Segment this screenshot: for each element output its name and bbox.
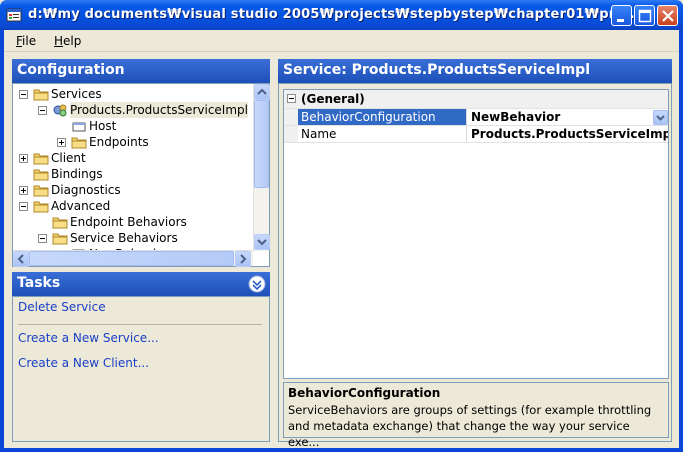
expand-icon[interactable] — [19, 154, 28, 163]
chevron-up-icon — [257, 88, 267, 95]
maximize-button[interactable] — [634, 5, 655, 26]
client-area: File Help Configuration Services Products… — [4, 30, 679, 449]
chevron-down-icon — [656, 115, 665, 121]
tasks-panel: Delete Service Create a New Service... C… — [12, 296, 270, 442]
tree-item-label: Diagnostics — [51, 183, 121, 197]
property-grid[interactable]: (General) BehaviorConfiguration NewBehav… — [283, 89, 669, 379]
description-title: BehaviorConfiguration — [288, 386, 441, 400]
tree-item-label: Endpoints — [89, 135, 149, 149]
description-box: BehaviorConfiguration ServiceBehaviors a… — [283, 382, 669, 449]
minimize-button[interactable] — [611, 5, 632, 26]
collapse-icon[interactable] — [19, 90, 28, 99]
delete-service-link[interactable]: Delete Service — [18, 300, 106, 314]
scroll-left-button[interactable] — [13, 251, 29, 267]
tree-item[interactable]: Host — [13, 118, 253, 134]
minimize-icon — [617, 19, 624, 22]
tree-item[interactable]: Bindings — [13, 166, 253, 182]
expand-icon[interactable] — [57, 138, 66, 147]
row-gutter — [284, 126, 298, 143]
tree-item[interactable]: Services — [13, 86, 253, 102]
tree-item[interactable]: Client — [13, 150, 253, 166]
dropdown-button[interactable] — [653, 110, 668, 125]
tree-hscroll-thumb[interactable] — [29, 251, 234, 266]
tree-item[interactable]: Diagnostics — [13, 182, 253, 198]
tree-item-label: Services — [51, 87, 102, 101]
tree-item[interactable]: Service Behaviors — [13, 230, 253, 246]
tree-horizontal-scrollbar[interactable] — [13, 250, 253, 267]
tree-item-label: Products.ProductsServiceImpl — [70, 102, 248, 118]
folder-icon — [33, 185, 49, 197]
close-icon — [662, 10, 674, 22]
tree-item-label: Client — [51, 151, 86, 165]
tree-item-label: Bindings — [51, 167, 103, 181]
expand-icon[interactable] — [19, 186, 28, 195]
collapse-icon[interactable] — [38, 234, 47, 243]
menu-bar: File Help — [4, 30, 679, 52]
window-title: d:₩my documents₩visual studio 2005₩proje… — [28, 7, 640, 22]
chevron-left-icon — [17, 254, 24, 264]
property-name: BehaviorConfiguration — [298, 109, 467, 126]
service-panel: (General) BehaviorConfiguration NewBehav… — [278, 83, 672, 449]
row-gutter — [284, 109, 298, 126]
host-icon — [72, 122, 86, 132]
scroll-down-button[interactable] — [254, 234, 270, 250]
grid-divider — [284, 142, 668, 143]
tree-item[interactable]: Products.ProductsServiceImpl — [13, 102, 253, 118]
main-window: d:₩my documents₩visual studio 2005₩proje… — [0, 0, 683, 452]
tree-item-label: Service Behaviors — [70, 231, 178, 245]
tasks-divider — [18, 324, 262, 325]
service-icon — [53, 104, 67, 117]
menu-help[interactable]: Help — [54, 34, 81, 48]
tree-item[interactable]: Endpoints — [13, 134, 253, 150]
tree-item-label: Advanced — [51, 199, 111, 213]
tree-vertical-scrollbar[interactable] — [253, 84, 270, 251]
collapse-icon[interactable] — [19, 202, 28, 211]
scroll-up-button[interactable] — [254, 84, 270, 100]
configuration-header: Configuration — [12, 59, 270, 83]
tree-item[interactable]: Advanced — [13, 198, 253, 214]
maximize-icon — [638, 9, 652, 23]
tasks-header[interactable]: Tasks — [12, 272, 270, 296]
chevron-right-icon — [240, 254, 247, 264]
folder-icon — [33, 153, 49, 165]
tasks-title: Tasks — [17, 275, 61, 291]
service-header: Service: Products.ProductsServiceImpl — [278, 59, 672, 83]
collapse-category-icon[interactable] — [287, 94, 296, 103]
folder-icon — [52, 233, 68, 245]
tree-item-label: Host — [89, 119, 117, 133]
create-client-link[interactable]: Create a New Client... — [18, 356, 149, 370]
folder-icon — [33, 169, 49, 181]
tree-scroll-thumb[interactable] — [254, 100, 269, 188]
configuration-tree[interactable]: Services Products.ProductsServiceImpl Host… — [12, 83, 270, 267]
app-icon — [6, 8, 22, 22]
property-value-text: NewBehavior — [471, 110, 561, 124]
tree-item-label: Endpoint Behaviors — [70, 215, 187, 229]
menu-file[interactable]: File — [16, 34, 36, 48]
chevron-down-icon — [257, 239, 267, 246]
create-service-link[interactable]: Create a New Service... — [18, 331, 159, 345]
folder-icon — [33, 89, 49, 101]
property-value[interactable]: Products.ProductsServiceImpl — [468, 126, 668, 143]
close-button[interactable] — [657, 5, 678, 26]
collapse-icon[interactable] — [248, 275, 266, 293]
folder-icon — [33, 201, 49, 213]
folder-icon — [52, 217, 68, 229]
property-value[interactable]: NewBehavior — [468, 109, 668, 126]
category-label: (General) — [301, 92, 365, 106]
folder-icon — [71, 137, 87, 149]
property-row-behavior[interactable]: BehaviorConfiguration NewBehavior — [284, 108, 668, 126]
scroll-right-button[interactable] — [235, 251, 251, 267]
property-category[interactable]: (General) — [284, 90, 668, 108]
collapse-icon[interactable] — [38, 106, 47, 115]
tree-item[interactable]: Endpoint Behaviors — [13, 214, 253, 230]
property-row-name[interactable]: Name Products.ProductsServiceImpl — [284, 125, 668, 143]
title-bar[interactable]: d:₩my documents₩visual studio 2005₩proje… — [0, 0, 683, 30]
property-name: Name — [298, 126, 467, 143]
description-text: ServiceBehaviors are groups of settings … — [288, 403, 652, 449]
